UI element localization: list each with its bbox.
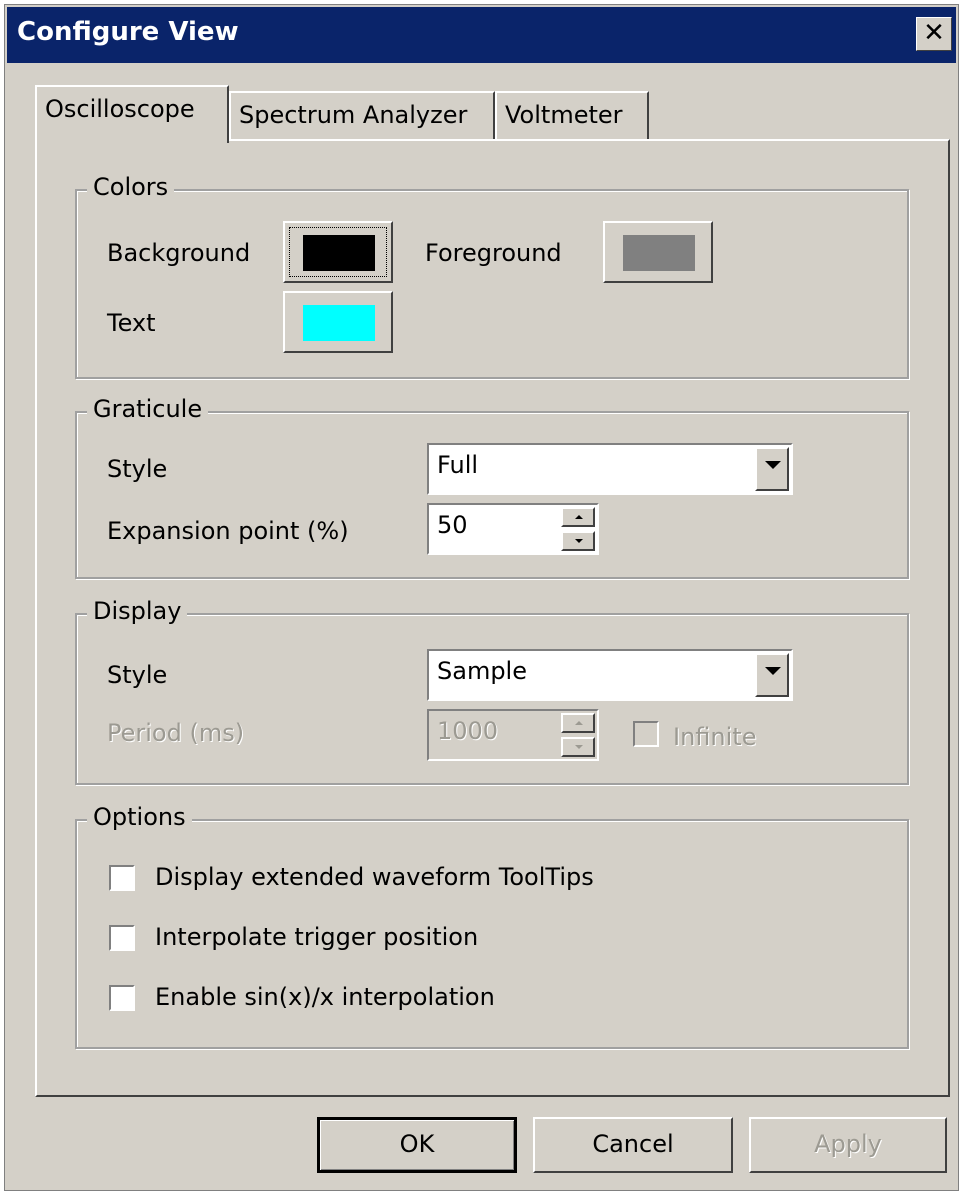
display-group: Display Style Sample Period (ms) 1000 In… bbox=[75, 597, 909, 785]
tab-panel-oscilloscope: Colors Background Foreground Text Gratic… bbox=[35, 139, 950, 1097]
graticule-legend: Graticule bbox=[87, 395, 209, 423]
title-bar[interactable]: Configure View ✕ bbox=[7, 7, 956, 63]
spin-down-icon[interactable] bbox=[561, 737, 595, 757]
spin-up-icon[interactable] bbox=[561, 713, 595, 733]
expansion-point-spinbox[interactable]: 50 bbox=[427, 503, 599, 555]
apply-button[interactable]: Apply bbox=[749, 1117, 947, 1173]
expansion-point-value: 50 bbox=[437, 511, 468, 539]
spin-down-icon[interactable] bbox=[561, 531, 595, 551]
expansion-point-label: Expansion point (%) bbox=[107, 517, 349, 545]
period-spinner bbox=[561, 713, 595, 757]
ok-button[interactable]: OK bbox=[317, 1117, 517, 1173]
tab-label: Voltmeter bbox=[505, 101, 623, 129]
graticule-style-label: Style bbox=[107, 455, 168, 483]
graticule-style-select[interactable]: Full bbox=[427, 443, 793, 495]
close-button[interactable]: ✕ bbox=[916, 17, 952, 51]
background-label: Background bbox=[107, 239, 251, 267]
sinx-interpolation-label: Enable sin(x)/x interpolation bbox=[155, 983, 495, 1011]
tab-oscilloscope[interactable]: Oscilloscope bbox=[35, 85, 229, 143]
options-legend: Options bbox=[87, 803, 192, 831]
display-style-select[interactable]: Sample bbox=[427, 649, 793, 701]
infinite-label: Infinite bbox=[673, 723, 757, 751]
text-color-swatch bbox=[303, 305, 375, 341]
display-legend: Display bbox=[87, 597, 188, 625]
background-color-swatch bbox=[303, 235, 375, 271]
sinx-interpolation-checkbox[interactable] bbox=[109, 985, 135, 1011]
background-color-button[interactable] bbox=[283, 221, 393, 283]
foreground-color-button[interactable] bbox=[603, 221, 713, 283]
extended-tooltips-label: Display extended waveform ToolTips bbox=[155, 863, 594, 891]
close-icon: ✕ bbox=[923, 18, 945, 48]
text-color-button[interactable] bbox=[283, 291, 393, 353]
spin-up-icon[interactable] bbox=[561, 507, 595, 527]
configure-view-dialog: Configure View ✕ Oscilloscope Spectrum A… bbox=[4, 4, 959, 1191]
options-group: Options Display extended waveform ToolTi… bbox=[75, 803, 909, 1049]
tab-voltmeter[interactable]: Voltmeter bbox=[495, 91, 649, 141]
display-style-label: Style bbox=[107, 661, 168, 689]
expansion-point-spinner bbox=[561, 507, 595, 551]
graticule-group: Graticule Style Full Expansion point (%)… bbox=[75, 395, 909, 579]
dialog-title: Configure View bbox=[17, 17, 239, 47]
interpolate-trigger-label: Interpolate trigger position bbox=[155, 923, 479, 951]
colors-legend: Colors bbox=[87, 173, 175, 201]
infinite-checkbox[interactable] bbox=[633, 721, 659, 747]
tab-label: Spectrum Analyzer bbox=[239, 101, 468, 129]
foreground-color-swatch bbox=[623, 235, 695, 271]
interpolate-trigger-checkbox[interactable] bbox=[109, 925, 135, 951]
colors-group: Colors Background Foreground Text bbox=[75, 173, 909, 379]
display-style-value: Sample bbox=[437, 657, 527, 685]
text-color-label: Text bbox=[107, 309, 156, 337]
chevron-down-icon[interactable] bbox=[755, 447, 789, 491]
period-label: Period (ms) bbox=[107, 719, 245, 747]
foreground-label: Foreground bbox=[425, 239, 562, 267]
graticule-style-value: Full bbox=[437, 451, 479, 479]
period-value: 1000 bbox=[437, 717, 499, 745]
tab-spectrum-analyzer[interactable]: Spectrum Analyzer bbox=[229, 91, 495, 141]
cancel-button[interactable]: Cancel bbox=[533, 1117, 733, 1173]
chevron-down-icon[interactable] bbox=[755, 653, 789, 697]
period-spinbox[interactable]: 1000 bbox=[427, 709, 599, 761]
extended-tooltips-checkbox[interactable] bbox=[109, 865, 135, 891]
tab-label: Oscilloscope bbox=[45, 95, 195, 123]
